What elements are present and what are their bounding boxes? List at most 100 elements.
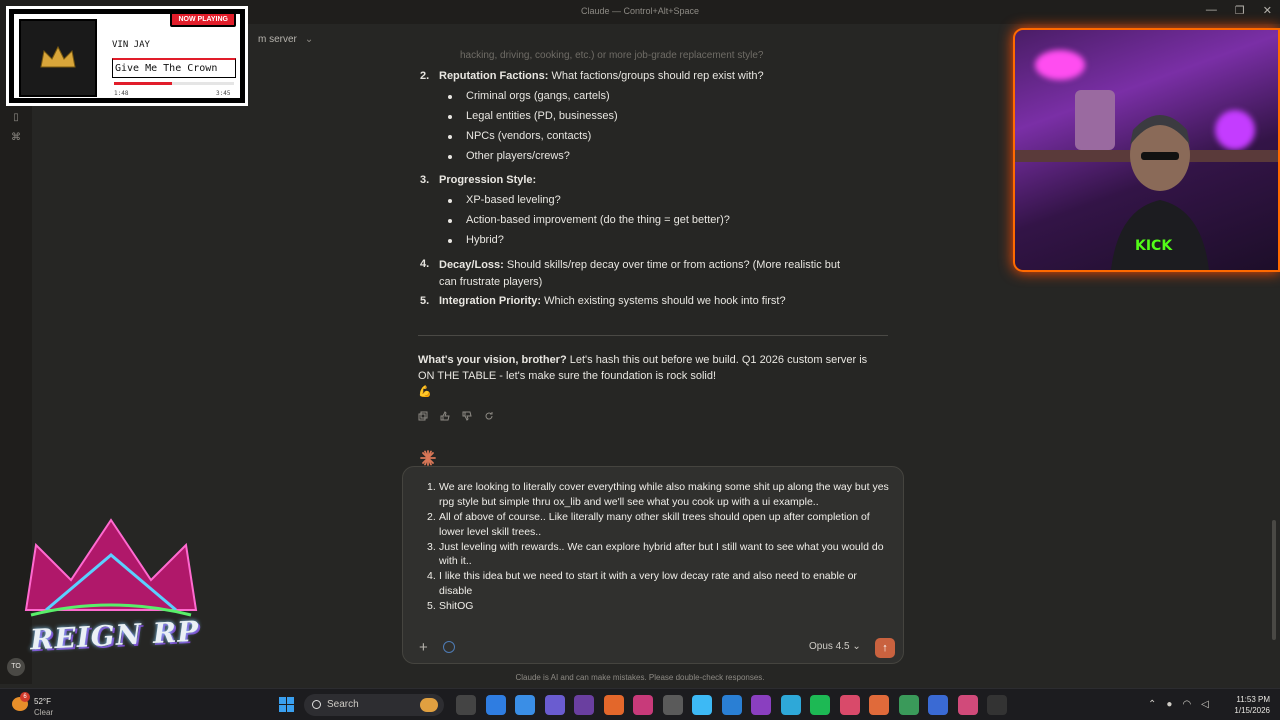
retry-icon[interactable] xyxy=(484,411,494,421)
window-controls: — ❐ ✕ xyxy=(1206,4,1272,17)
item-title: Reputation Factions: xyxy=(439,70,549,82)
message-composer[interactable]: 1. We are looking to literally cover ever… xyxy=(402,466,904,664)
chevron-down-icon: ⌄ xyxy=(304,34,314,45)
thumbs-down-icon[interactable] xyxy=(462,411,472,421)
microphone-icon[interactable]: ● xyxy=(1166,699,1172,710)
taskbar-app-icon[interactable] xyxy=(633,695,653,715)
start-button[interactable] xyxy=(279,697,294,712)
chevron-up-icon[interactable]: ⌃ xyxy=(1148,699,1156,710)
taskbar-app-icon[interactable] xyxy=(456,695,476,715)
taskbar-app-icon[interactable] xyxy=(662,695,683,715)
chevron-down-icon: ⌄ xyxy=(852,641,861,652)
maximize-button[interactable]: ❐ xyxy=(1235,4,1245,17)
neon-light xyxy=(1215,110,1255,150)
taskbar-app-icon[interactable] xyxy=(898,695,919,715)
add-attachment-button[interactable]: + xyxy=(419,639,428,656)
taskbar-app-icon[interactable] xyxy=(780,695,801,715)
taskbar: 6 52°F Clear Search ⌃ ● ◠ ◁ 11:53 PM 1/1… xyxy=(0,688,1280,720)
taskbar-app-icon[interactable] xyxy=(810,695,830,715)
code-icon[interactable]: ⌘ xyxy=(10,132,22,144)
item-number: 5. xyxy=(420,295,430,307)
item-title: Progression Style: xyxy=(439,174,537,186)
item-number: 3. xyxy=(420,174,430,186)
track-progress-fill xyxy=(114,82,172,85)
item-number: 2. xyxy=(427,510,436,523)
clock-date: 1/15/2026 xyxy=(1234,706,1270,715)
composer-text[interactable]: 1. We are looking to literally cover ever… xyxy=(425,480,891,614)
clock-time: 11:53 PM xyxy=(1236,695,1270,704)
svg-text:KICK: KICK xyxy=(1135,238,1173,254)
now-playing-overlay: NOW PLAYING VIN JAY Give Me The Crown 1:… xyxy=(6,6,248,106)
item-text: I like this idea but we need to start it… xyxy=(439,570,857,598)
taskbar-search[interactable]: Search xyxy=(304,694,444,716)
wifi-icon[interactable]: ◠ xyxy=(1182,699,1191,710)
artist-name: VIN JAY xyxy=(112,40,150,50)
disclaimer: Claude is AI and can make mistakes. Plea… xyxy=(515,673,765,682)
item-number: 2. xyxy=(420,70,430,82)
bullet-item: XP-based leveling? xyxy=(448,194,561,206)
weather-temp: 52°F xyxy=(34,697,51,706)
thumbs-up-icon[interactable] xyxy=(440,411,450,421)
copy-icon[interactable] xyxy=(418,411,428,421)
webcam-overlay: KICK xyxy=(1013,28,1280,272)
taskbar-app-icon[interactable] xyxy=(544,695,565,715)
taskbar-app-icon[interactable] xyxy=(574,695,594,715)
elapsed-time: 1:48 xyxy=(114,90,129,97)
bullet-item: Criminal orgs (gangs, cartels) xyxy=(448,90,610,102)
item-number: 1. xyxy=(427,481,436,493)
taskbar-app-icon[interactable] xyxy=(751,695,771,715)
taskbar-app-icon[interactable] xyxy=(692,695,712,715)
avatar[interactable]: TO xyxy=(7,658,25,676)
send-button[interactable]: ↑ xyxy=(875,638,895,658)
crown-logo-icon xyxy=(24,518,198,617)
tools-icon[interactable] xyxy=(443,641,455,653)
item-text: We are looking to literally cover everyt… xyxy=(439,481,889,508)
divider xyxy=(418,335,888,336)
track-title: Give Me The Crown xyxy=(112,58,236,78)
model-label: Opus 4.5 xyxy=(809,641,850,652)
streamer-person: KICK xyxy=(1111,115,1209,270)
item-text: All of above of course.. Like literally … xyxy=(439,510,870,538)
model-selector[interactable]: Opus 4.5 ⌄ xyxy=(809,641,861,652)
composer-list-item: 5. ShitOG xyxy=(425,599,891,614)
composer-list-item: 4. I like this idea but we need to start … xyxy=(425,569,891,599)
bullet-item: Legal entities (PD, businesses) xyxy=(448,110,618,122)
now-playing-badge: NOW PLAYING xyxy=(170,12,236,27)
composer-list-item: 2. All of above of course.. Like literall… xyxy=(425,510,891,540)
taskbar-app-icon[interactable] xyxy=(928,695,948,715)
taskbar-app-icon[interactable] xyxy=(485,695,506,715)
composer-list-item: 1. We are looking to literally cover ever… xyxy=(425,480,891,510)
taskbar-app-icon[interactable] xyxy=(721,695,742,715)
bullet-item: Other players/crews? xyxy=(448,150,570,162)
scrollbar[interactable] xyxy=(1272,520,1276,640)
bullet-item: NPCs (vendors, contacts) xyxy=(447,130,592,142)
track-progress xyxy=(114,82,234,85)
system-tray: ⌃ ● ◠ ◁ xyxy=(1148,699,1209,710)
minimize-button[interactable]: — xyxy=(1206,4,1217,17)
close-button[interactable]: ✕ xyxy=(1263,4,1272,17)
taskbar-app-icon[interactable] xyxy=(957,695,978,715)
breadcrumb[interactable]: m server ⌄ xyxy=(258,34,313,45)
breadcrumb-label: m server xyxy=(258,34,297,45)
taskbar-app-icon[interactable] xyxy=(839,695,860,715)
bullet-item: Action-based improvement (do the thing =… xyxy=(448,214,730,226)
composer-list-item: 3. Just leveling with rewards.. We can ex… xyxy=(425,540,891,570)
neon-light xyxy=(1035,50,1085,80)
search-label: Search xyxy=(327,699,359,710)
taskbar-app-icon[interactable] xyxy=(869,695,889,715)
item-body: Decay/Loss: Should skills/rep decay over… xyxy=(439,257,859,291)
item-body: Reputation Factions: What factions/group… xyxy=(439,69,859,84)
item-text: ShitOG xyxy=(439,600,474,613)
artifacts-icon[interactable]: ▯ xyxy=(10,112,22,124)
taskbar-app-icon[interactable] xyxy=(987,695,1007,715)
item-text: What factions/groups should rep exist wi… xyxy=(548,70,764,82)
taskbar-app-icon[interactable] xyxy=(603,695,624,715)
taskbar-app-icon[interactable] xyxy=(515,695,535,715)
reign-rp-logo: REIGN RP xyxy=(16,515,206,656)
clock[interactable]: 11:53 PM 1/15/2026 xyxy=(1226,694,1270,716)
notification-badge: 6 xyxy=(20,692,30,702)
crown-icon xyxy=(40,45,76,68)
bullet-item: Hybrid? xyxy=(448,234,504,246)
volume-icon[interactable]: ◁ xyxy=(1201,699,1209,710)
closing-bold: What's your vision, brother? xyxy=(418,354,567,366)
